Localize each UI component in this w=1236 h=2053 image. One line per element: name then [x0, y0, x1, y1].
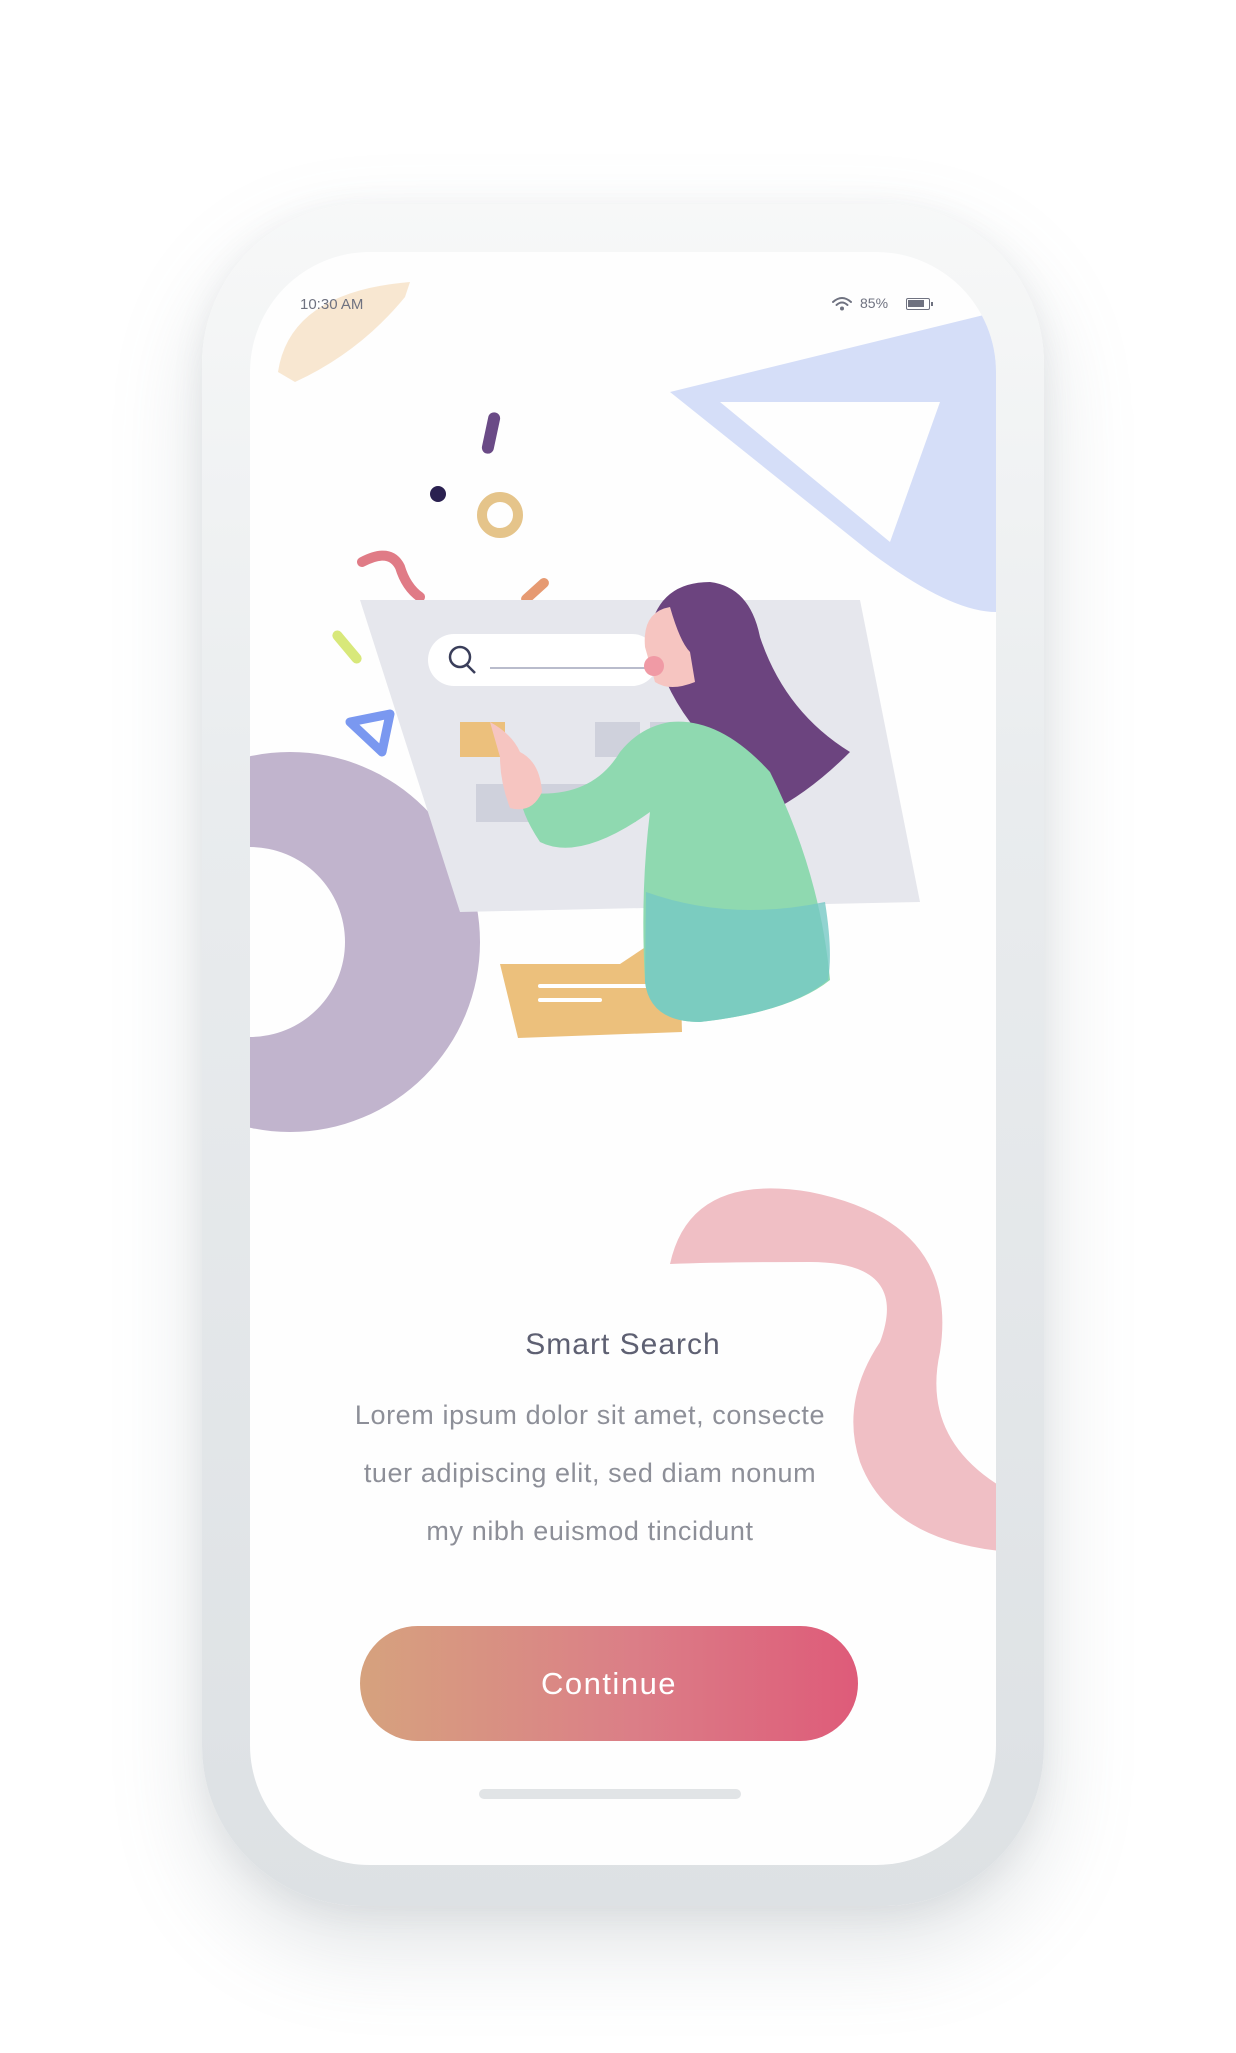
status-bar: 10:30 AM 85% [250, 252, 996, 332]
confetti-triangle [345, 709, 395, 757]
description-line: tuer adipiscing elit, sed diam nonum [363, 1458, 817, 1488]
woman-cheek-shape [644, 656, 664, 676]
woman-sweater-lower [645, 892, 830, 1022]
confetti-ring [477, 492, 523, 538]
battery-level-fill [908, 300, 924, 307]
blue-triangle-shape [670, 312, 996, 612]
battery-icon [906, 298, 933, 310]
onboarding-screen: 10:30 AM 85% Smart Search Lorem ipsum do… [250, 252, 996, 1865]
confetti-purple [481, 412, 501, 454]
continue-button[interactable]: Continue [360, 1626, 858, 1741]
status-time: 10:30 AM [300, 296, 364, 313]
battery-percent: 85% [860, 295, 889, 311]
confetti-squiggle [357, 550, 425, 602]
confetti-lime [332, 630, 362, 664]
description-line: my nibh euismod tincidunt [426, 1516, 754, 1546]
confetti-dot [430, 486, 446, 502]
home-indicator[interactable] [479, 1789, 741, 1799]
description-line: Lorem ipsum dolor sit amet, consecte [354, 1400, 826, 1430]
phone-frame: 10:30 AM 85% Smart Search Lorem ipsum do… [202, 204, 1044, 1906]
description: Lorem ipsum dolor sit amet, consecte tue… [290, 1386, 890, 1560]
search-bar-shape [428, 634, 658, 686]
page-title: Smart Search [525, 1328, 721, 1361]
wifi-icon [832, 297, 852, 311]
onboarding-illustration [250, 282, 996, 1551]
